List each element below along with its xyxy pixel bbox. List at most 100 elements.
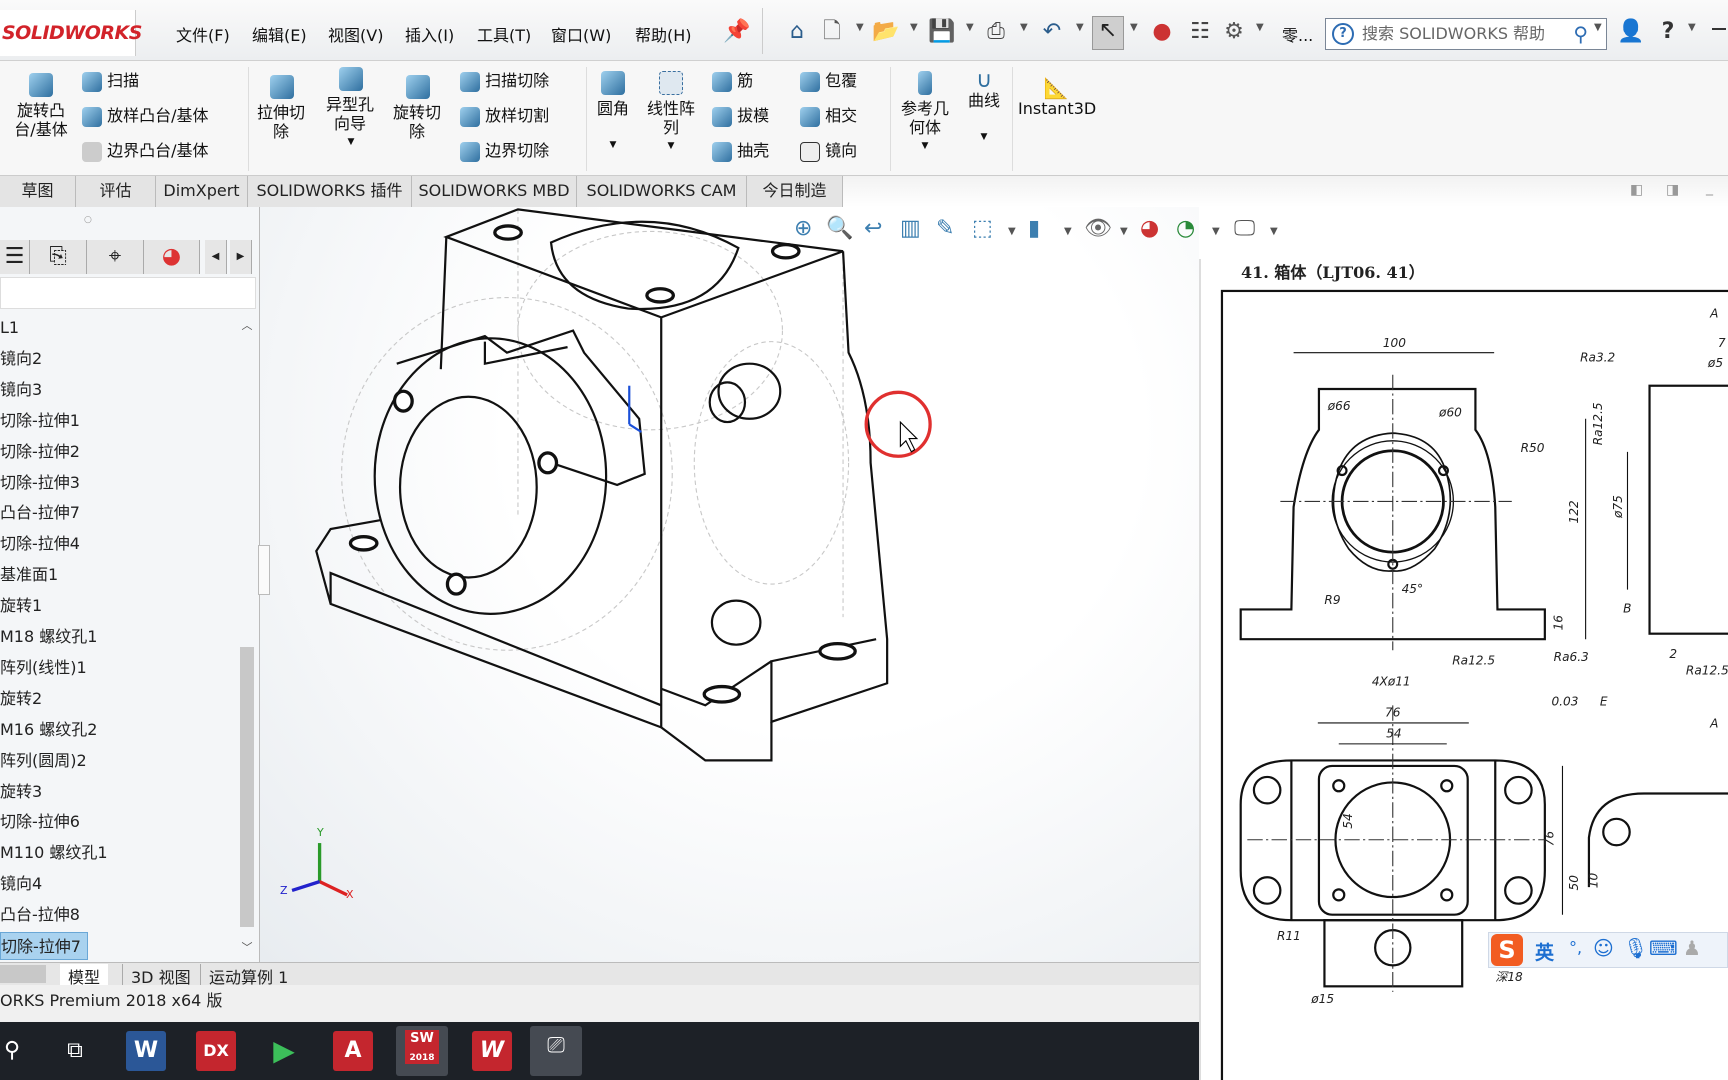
panel-left-icon[interactable]: ◧ [1630, 182, 1643, 198]
graphics-viewport[interactable] [260, 207, 1199, 962]
word-icon[interactable]: W [126, 1031, 166, 1071]
chevron-down-icon[interactable]: ▼ [322, 133, 380, 152]
chevron-down-icon[interactable]: ▼ [1594, 22, 1602, 33]
loft-boss-button[interactable]: 放样凸台/基体 [82, 106, 209, 127]
chevron-down-icon[interactable]: ▼ [642, 137, 700, 156]
dynamic-annotation-icon[interactable]: ✎ [936, 216, 954, 241]
search-icon[interactable]: ⚲ [1573, 19, 1588, 49]
feature-tree-tab-icon[interactable]: ☰ [0, 240, 30, 274]
autocad-icon[interactable]: A [333, 1031, 373, 1071]
toolbar-overflow[interactable]: 零... [1282, 22, 1313, 46]
tree-scrollbar[interactable]: ︿ ﹀ [238, 317, 256, 957]
chevron-down-icon[interactable]: ▼ [1688, 22, 1696, 33]
instant3d-button[interactable]: 📐 Instant3D [1018, 78, 1096, 118]
tab-solidworks-mbd[interactable]: SOLIDWORKS MBD [412, 176, 577, 207]
chevron-down-icon[interactable]: ▼ [1008, 226, 1016, 237]
zoom-to-fit-icon[interactable]: ⊕ [794, 216, 812, 241]
swept-cut-button[interactable]: 扫描切除 [460, 71, 549, 92]
intersect-button[interactable]: 相交 [800, 106, 857, 127]
view-orientation-icon[interactable]: ⬚ [972, 216, 993, 241]
search-input[interactable]: ? 搜索 SOLIDWORKS 帮助 ⚲ [1325, 18, 1607, 50]
tree-item[interactable]: 切除-拉伸4 [0, 530, 86, 558]
lofted-cut-button[interactable]: 放样切割 [460, 106, 549, 127]
chevron-down-icon[interactable]: ▼ [896, 137, 954, 156]
tree-item[interactable]: M18 螺纹孔1 [0, 623, 103, 651]
boundary-cut-button[interactable]: 边界切除 [460, 141, 549, 162]
tree-item[interactable]: 切除-拉伸6 [0, 808, 86, 836]
display-style-icon[interactable]: ▮ [1028, 216, 1040, 241]
boundary-boss-button[interactable]: 边界凸台/基体 [82, 141, 209, 162]
tab-evaluate[interactable]: 评估 [76, 176, 156, 207]
tree-item[interactable]: 旋转1 [0, 592, 48, 620]
open-folder-icon[interactable]: 📂 [872, 18, 900, 46]
user-skin-icon[interactable]: ♟ [1683, 936, 1701, 960]
print-icon[interactable]: ⎙ [982, 18, 1010, 46]
edit-appearance-icon[interactable]: ◕ [1140, 216, 1159, 241]
task-view-icon[interactable]: ⧉ [55, 1031, 95, 1071]
gear-icon[interactable]: ⚙ [1220, 18, 1248, 46]
tree-item[interactable]: 镜向4 [0, 870, 48, 898]
rib-button[interactable]: 筋 [712, 71, 753, 92]
chevron-down-icon[interactable]: ▼ [1212, 226, 1220, 237]
menu-insert[interactable]: 插入(I) [405, 22, 454, 46]
tree-item[interactable]: 镜向3 [0, 376, 48, 404]
tab-solidworks-addins[interactable]: SOLIDWORKS 插件 [248, 176, 412, 207]
revolved-cut-button[interactable]: 旋转切除 [392, 75, 444, 141]
tree-item[interactable]: 凸台-拉伸7 [0, 499, 86, 527]
chevron-down-icon[interactable]: ▼ [910, 22, 918, 33]
chevron-down-icon[interactable]: ▼ [1130, 22, 1138, 33]
camera-app-icon[interactable]: ⎚ [530, 1026, 582, 1076]
menu-tools[interactable]: 工具(T) [477, 22, 531, 46]
chevron-down-icon[interactable]: ▼ [962, 128, 1006, 147]
tree-item[interactable]: L1 [0, 314, 25, 342]
solidworks-logo[interactable]: SOLIDWORKS [0, 10, 142, 56]
splitter-handle[interactable]: ○ [84, 215, 92, 225]
media-player-icon[interactable]: ▶ [264, 1031, 304, 1071]
undo-icon[interactable]: ↶ [1038, 18, 1066, 46]
taskbar-search-icon[interactable]: ⚲ [0, 1031, 32, 1071]
shell-button[interactable]: 抽壳 [712, 141, 769, 162]
section-view-icon[interactable]: ▥ [900, 216, 921, 241]
scrollbar-thumb[interactable] [240, 647, 254, 927]
tree-item[interactable]: 镜向2 [0, 345, 48, 373]
menu-edit[interactable]: 编辑(E) [252, 22, 307, 46]
menu-help[interactable]: 帮助(H) [635, 22, 692, 46]
scroll-left-icon[interactable]: ◀ [205, 240, 227, 274]
tree-item[interactable]: 基准面1 [0, 561, 64, 589]
zoom-to-area-icon[interactable]: 🔍 [826, 216, 853, 241]
chevron-down-icon[interactable]: ▼ [1270, 226, 1278, 237]
configuration-manager-tab-icon[interactable]: ⌖ [87, 240, 144, 274]
tree-item[interactable]: 切除-拉伸3 [0, 469, 86, 497]
ime-punctuation-toggle[interactable]: °, [1569, 938, 1582, 957]
chevron-down-icon[interactable]: ▼ [1020, 22, 1028, 33]
tree-item[interactable]: 切除-拉伸7 [0, 932, 88, 960]
tree-item[interactable]: M110 螺纹孔1 [0, 839, 114, 867]
appearance-tab-icon[interactable]: ◕ [144, 240, 200, 274]
chevron-down-icon[interactable]: ▼ [1064, 226, 1072, 237]
tree-item[interactable]: 切除-拉伸2 [0, 438, 86, 466]
help-question-icon[interactable]: ? [1654, 18, 1682, 46]
minimize-icon[interactable] [1712, 28, 1726, 30]
sweep-button[interactable]: 扫描 [82, 71, 139, 92]
chevron-down-icon[interactable]: ▼ [1256, 22, 1264, 33]
view-settings-monitor-icon[interactable]: 🖵 [1234, 216, 1255, 241]
minimize-icon[interactable]: _ [1706, 180, 1713, 196]
file-properties-icon[interactable]: ☷ [1186, 18, 1214, 46]
tree-item[interactable]: M16 螺纹孔2 [0, 716, 103, 744]
tree-item[interactable]: 阵列(圆周)2 [0, 747, 93, 775]
filter-field[interactable] [0, 277, 256, 309]
tab-sketch[interactable]: 草图 [0, 176, 76, 207]
rebuild-traffic-light-icon[interactable]: ● [1148, 18, 1176, 46]
mirror-button[interactable]: 镜向 [800, 141, 857, 162]
emoji-icon[interactable]: ☺ [1593, 936, 1614, 960]
revolve-boss-button[interactable]: 旋转凸台/基体 [6, 73, 76, 139]
tab-scroll-buttons[interactable] [0, 965, 46, 983]
wps-icon[interactable]: W [472, 1031, 512, 1071]
user-icon[interactable]: 👤 [1617, 18, 1645, 46]
keyboard-icon[interactable]: ⌨ [1649, 936, 1678, 960]
reference-geometry-button[interactable]: 参考几何体 ▼ [896, 71, 954, 156]
home-icon[interactable]: ⌂ [783, 18, 811, 46]
tab-dimxpert[interactable]: DimXpert [156, 176, 248, 207]
scroll-right-icon[interactable]: ▶ [230, 240, 252, 274]
tree-item[interactable]: 切除-拉伸1 [0, 407, 86, 435]
